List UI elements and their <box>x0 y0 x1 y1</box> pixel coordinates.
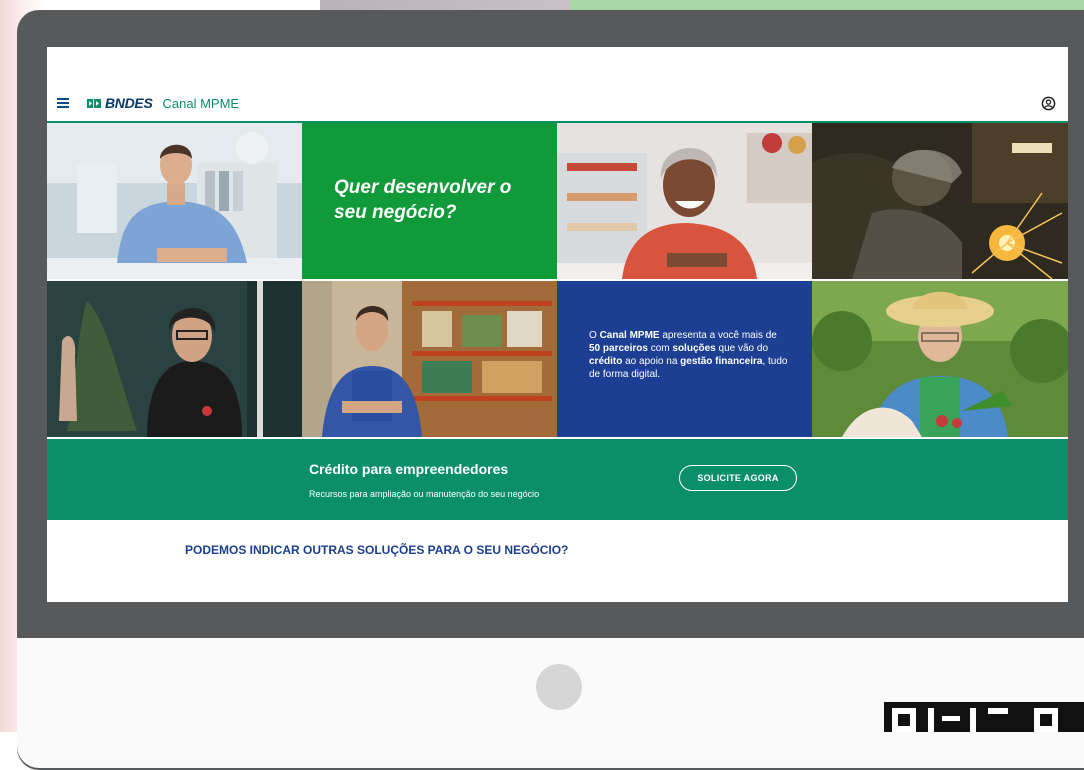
photo-woman-tailor <box>47 281 302 437</box>
top-navbar: BNDES Canal MPME <box>47 85 1068 123</box>
hero-description-tile: O Canal MPME apresenta a você mais de 50… <box>557 281 812 437</box>
hamburger-menu-icon[interactable] <box>57 98 69 108</box>
photo-woman-shop <box>557 123 812 279</box>
photo-welder <box>812 123 1068 279</box>
photo-store-worker <box>302 281 557 437</box>
bndes-logo-mark-icon <box>87 98 101 108</box>
monitor-camera-dot <box>536 664 582 710</box>
credit-subtitle: Recursos para ampliação ou manutenção do… <box>309 489 540 499</box>
user-account-icon[interactable] <box>1041 96 1056 111</box>
hero-title-tile: Quer desenvolver o seu negócio? <box>302 123 557 279</box>
photo-man-office <box>47 123 302 279</box>
hero-mosaic: Quer desenvolver o seu negócio? O Canal … <box>47 123 1068 437</box>
credit-banner: Crédito para empreendedores Recursos par… <box>47 439 1068 520</box>
photo-farmer-woman <box>812 281 1068 437</box>
more-solutions-link[interactable]: PODEMOS INDICAR OUTRAS SOLUÇÕES PARA O S… <box>185 543 568 557</box>
bndes-logo[interactable]: BNDES <box>87 95 153 111</box>
hero-description: O Canal MPME apresenta a você mais de 50… <box>589 330 788 380</box>
channel-name: Canal MPME <box>162 95 240 111</box>
solicite-agora-button[interactable]: SOLICITE AGORA <box>679 465 797 491</box>
credit-title: Crédito para empreendedores <box>309 461 509 477</box>
app-screen: BNDES Canal MPME Quer desenvolver o seu … <box>47 47 1068 602</box>
hero-title: Quer desenvolver o seu negócio? <box>334 177 512 223</box>
brand-name: BNDES <box>105 95 153 111</box>
qr-code <box>884 702 1084 732</box>
